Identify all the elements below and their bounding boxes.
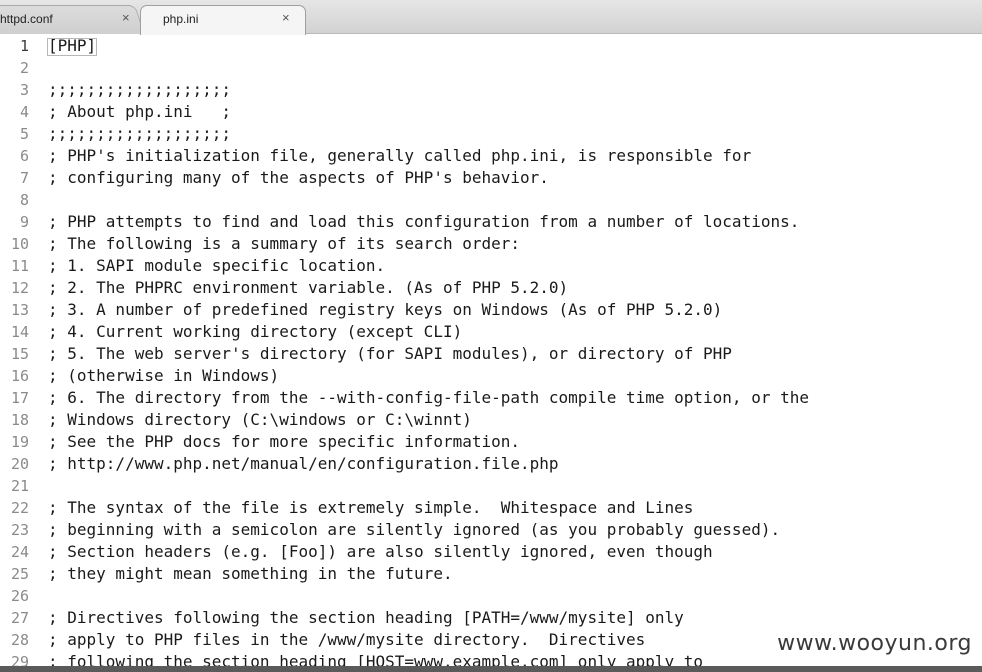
line-number: 18	[10, 411, 29, 429]
line-number: 16	[10, 367, 29, 385]
line-text[interactable]: ; 3. A number of predefined registry key…	[48, 299, 722, 321]
line-number: 28	[10, 631, 29, 649]
watermark-text: www.wooyun.org	[777, 631, 972, 656]
tab-httpd-conf[interactable]: httpd.conf ×	[0, 5, 146, 34]
line-text[interactable]: ; Windows directory (C:\windows or C:\wi…	[48, 409, 472, 431]
line-text[interactable]: [PHP]	[48, 35, 96, 57]
line-number: 21	[10, 477, 29, 495]
code-line[interactable]: 27 ; Directives following the section hea…	[0, 607, 982, 629]
code-line[interactable]: 18 ; Windows directory (C:\windows or C:\…	[0, 409, 982, 431]
line-number: 8	[19, 191, 29, 209]
code-editor[interactable]: 1 [PHP] 2 3;;;;;;;;;;;;;;;;;;; 4; About php.…	[0, 34, 982, 672]
line-text[interactable]: ; beginning with a semicolon are silentl…	[48, 519, 780, 541]
line-number: 15	[10, 345, 29, 363]
line-number: 13	[10, 301, 29, 319]
code-line[interactable]: 21	[0, 475, 982, 497]
code-line[interactable]: 1 [PHP]	[0, 35, 982, 57]
line-text[interactable]: ; http://www.php.net/manual/en/configura…	[48, 453, 559, 475]
line-text[interactable]: ; they might mean something in the futur…	[48, 563, 453, 585]
line-text[interactable]: ; The following is a summary of its sear…	[48, 233, 520, 255]
line-text[interactable]: ; PHP's initialization file, generally c…	[48, 145, 751, 167]
line-text[interactable]: ;;;;;;;;;;;;;;;;;;;	[48, 79, 231, 101]
code-line[interactable]: 20 ; http://www.php.net/manual/en/configu…	[0, 453, 982, 475]
code-line[interactable]: 25 ; they might mean something in the fut…	[0, 563, 982, 585]
code-line[interactable]: 13 ; 3. A number of predefined registry k…	[0, 299, 982, 321]
line-number: 23	[10, 521, 29, 539]
line-number: 26	[10, 587, 29, 605]
code-line[interactable]: 6 ; PHP's initialization file, generally …	[0, 145, 982, 167]
line-number: 1	[19, 37, 29, 55]
code-line[interactable]: 23 ; beginning with a semicolon are silen…	[0, 519, 982, 541]
line-text[interactable]: ; 5. The web server's directory (for SAP…	[48, 343, 732, 365]
code-line[interactable]: 10 ; The following is a summary of its se…	[0, 233, 982, 255]
tab-label: httpd.conf	[0, 12, 53, 26]
line-number: 3	[19, 81, 29, 99]
line-number: 27	[10, 609, 29, 627]
line-text[interactable]: ; Section headers (e.g. [Foo]) are also …	[48, 541, 713, 563]
line-text[interactable]: ; 6. The directory from the --with-confi…	[48, 387, 809, 409]
code-line[interactable]: 5;;;;;;;;;;;;;;;;;;;	[0, 123, 982, 145]
code-line[interactable]: 14 ; 4. Current working directory (except…	[0, 321, 982, 343]
code-line[interactable]: 22 ; The syntax of the file is extremely …	[0, 497, 982, 519]
line-number: 14	[10, 323, 29, 341]
line-number: 5	[19, 125, 29, 143]
line-number: 11	[10, 257, 29, 275]
code-line[interactable]: 17 ; 6. The directory from the --with-con…	[0, 387, 982, 409]
line-text[interactable]: ; 1. SAPI module specific location.	[48, 255, 385, 277]
line-text[interactable]: ; Directives following the section headi…	[48, 607, 684, 629]
line-number: 17	[10, 389, 29, 407]
close-icon[interactable]: ×	[122, 10, 130, 25]
code-line[interactable]: 4 ; About php.ini ;	[0, 101, 982, 123]
bottom-bar	[0, 666, 982, 672]
code-line[interactable]: 24 ; Section headers (e.g. [Foo]) are als…	[0, 541, 982, 563]
code-line[interactable]: 19 ; See the PHP docs for more specific i…	[0, 431, 982, 453]
line-number: 2	[19, 59, 29, 77]
code-line[interactable]: 16 ; (otherwise in Windows)	[0, 365, 982, 387]
line-number: 25	[10, 565, 29, 583]
code-line[interactable]: 8	[0, 189, 982, 211]
code-line[interactable]: 7 ; configuring many of the aspects of PH…	[0, 167, 982, 189]
code-line[interactable]: 12 ; 2. The PHPRC environment variable. (…	[0, 277, 982, 299]
code-line[interactable]: 3;;;;;;;;;;;;;;;;;;;	[0, 79, 982, 101]
tab-bar: httpd.conf × php.ini ×	[0, 0, 982, 35]
tab-label: php.ini	[163, 12, 199, 26]
line-number: 9	[19, 213, 29, 231]
line-number: 20	[10, 455, 29, 473]
line-text[interactable]: ; PHP attempts to find and load this con…	[48, 211, 799, 233]
line-number: 7	[19, 169, 29, 187]
tab-php-ini[interactable]: php.ini ×	[140, 5, 306, 35]
code-line[interactable]: 15 ; 5. The web server's directory (for S…	[0, 343, 982, 365]
line-text[interactable]: ; About php.ini ;	[48, 101, 231, 123]
line-text[interactable]: ; (otherwise in Windows)	[48, 365, 279, 387]
line-number: 6	[19, 147, 29, 165]
line-text[interactable]: ; 4. Current working directory (except C…	[48, 321, 462, 343]
line-text[interactable]: ; 2. The PHPRC environment variable. (As…	[48, 277, 568, 299]
line-number: 22	[10, 499, 29, 517]
line-number: 12	[10, 279, 29, 297]
code-line[interactable]: 9 ; PHP attempts to find and load this co…	[0, 211, 982, 233]
line-number: 10	[10, 235, 29, 253]
code-line[interactable]: 2	[0, 57, 982, 79]
line-number: 19	[10, 433, 29, 451]
line-number: 24	[10, 543, 29, 561]
line-text[interactable]: ;;;;;;;;;;;;;;;;;;;	[48, 123, 231, 145]
line-number: 4	[19, 103, 29, 121]
line-text[interactable]: ; apply to PHP files in the /www/mysite …	[48, 629, 645, 651]
line-text[interactable]: ; The syntax of the file is extremely si…	[48, 497, 693, 519]
close-icon[interactable]: ×	[282, 10, 290, 25]
line-text[interactable]: ; configuring many of the aspects of PHP…	[48, 167, 549, 189]
code-line[interactable]: 11 ; 1. SAPI module specific location.	[0, 255, 982, 277]
code-line[interactable]: 26	[0, 585, 982, 607]
line-text[interactable]: ; See the PHP docs for more specific inf…	[48, 431, 520, 453]
